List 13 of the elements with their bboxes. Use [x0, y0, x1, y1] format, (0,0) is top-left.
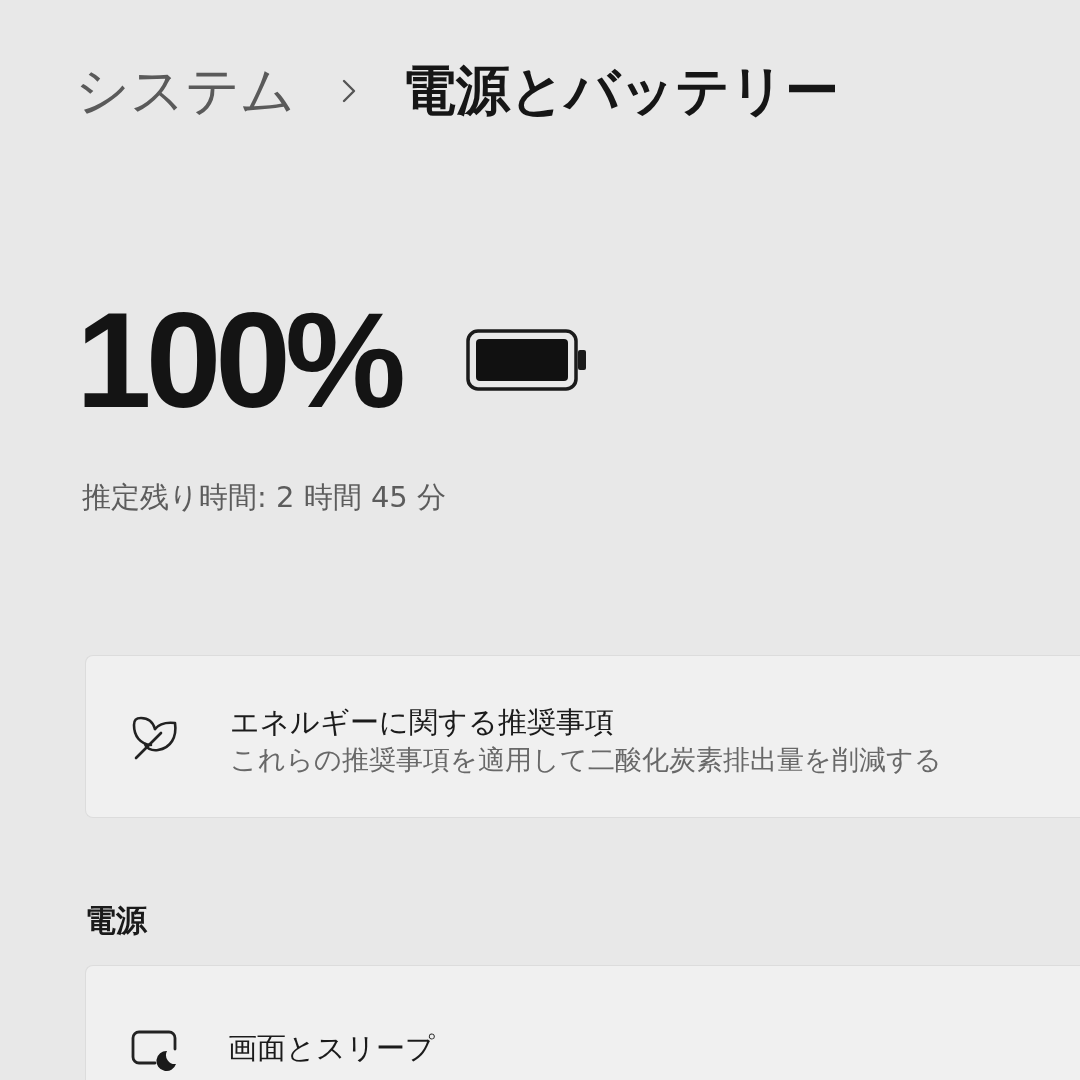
screen-and-sleep-card[interactable]: 画面とスリープ: [85, 965, 1080, 1080]
battery-time-estimate: 推定残り時間: 2 時間 45 分: [82, 479, 447, 516]
card-title: 画面とスリープ: [228, 1030, 435, 1067]
card-title: エネルギーに関する推奨事項: [230, 703, 615, 741]
screen-moon-icon: [130, 1029, 178, 1071]
section-heading: 電源: [85, 901, 148, 940]
energy-recommendations-card[interactable]: エネルギーに関する推奨事項 これらの推奨事項を適用して二酸化炭素排出量を削減する: [85, 655, 1080, 818]
battery-percentage: 100%: [76, 292, 400, 428]
card-description: これらの推奨事項を適用して二酸化炭素排出量を削減する: [230, 742, 942, 777]
breadcrumb-parent-link[interactable]: システム: [75, 58, 295, 124]
chevron-right-icon: [342, 79, 356, 103]
battery-icon: [465, 329, 588, 391]
page-title: 電源とバッテリー: [402, 58, 839, 124]
